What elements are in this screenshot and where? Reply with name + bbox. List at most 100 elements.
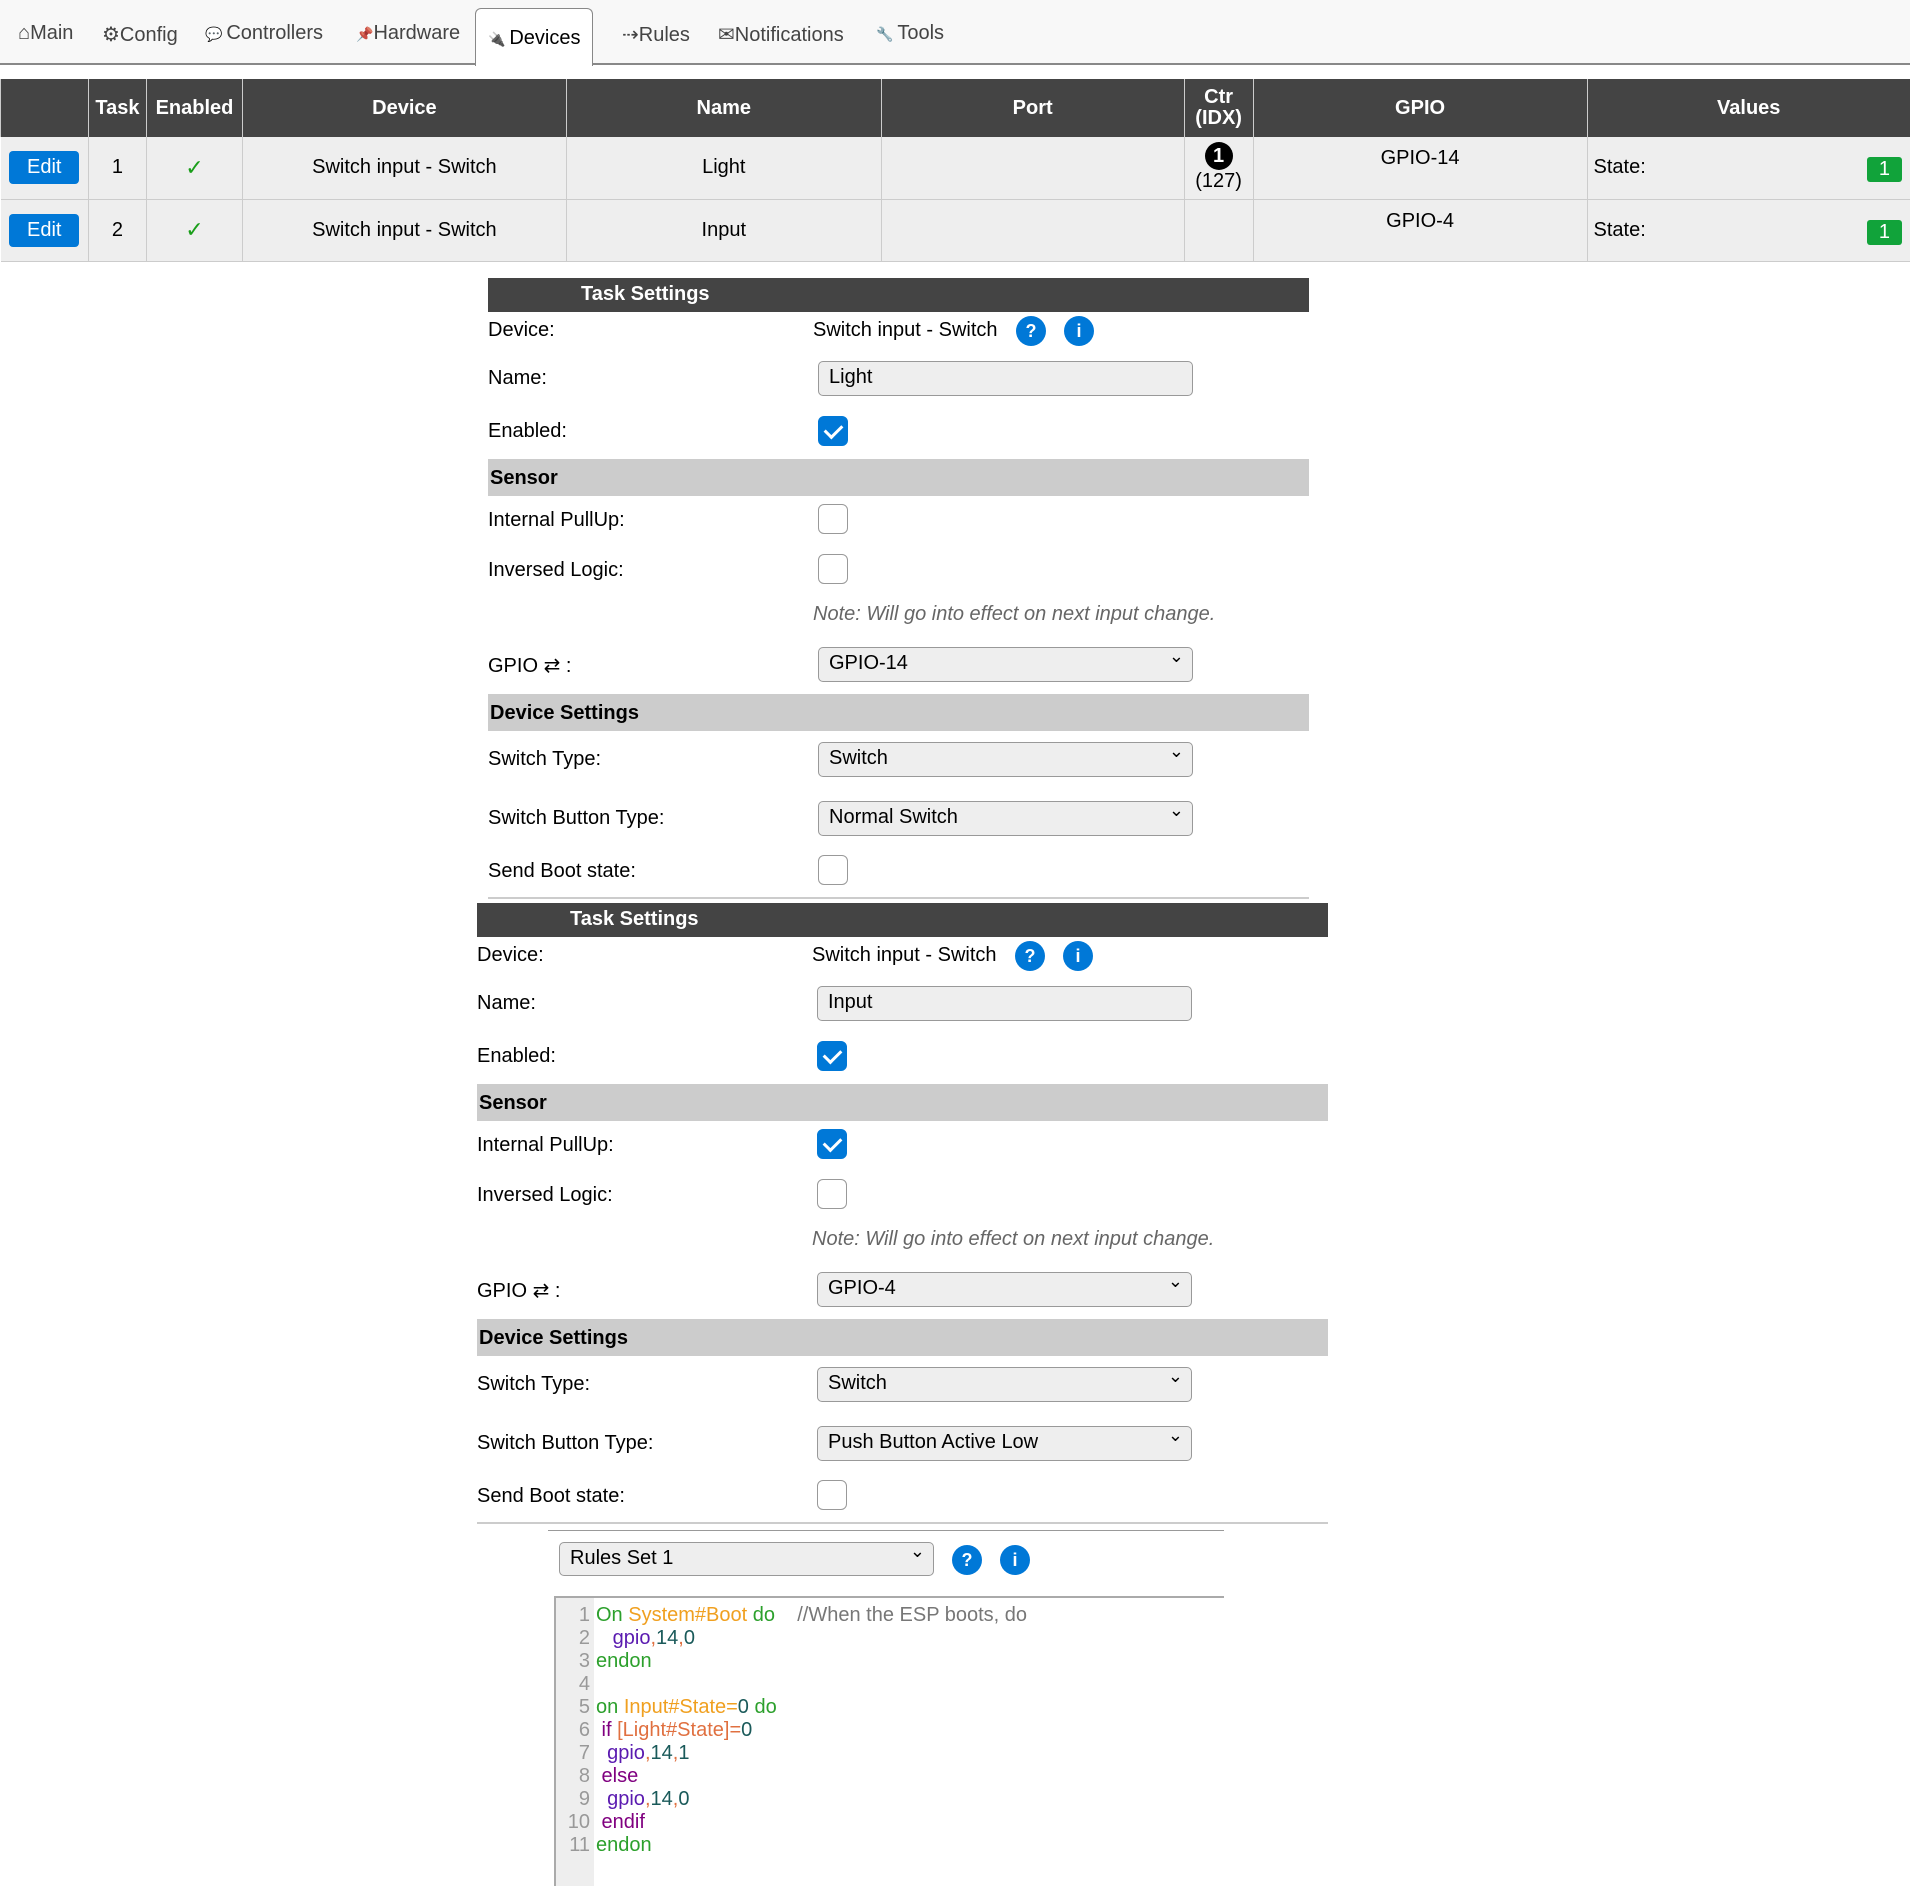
code-token: 14	[651, 1742, 673, 1764]
help-icon[interactable]: ?	[1016, 316, 1046, 346]
ctr-cell	[1184, 199, 1253, 261]
gpio-cell: GPIO-4	[1253, 199, 1587, 261]
send-boot-state-checkbox[interactable]	[818, 855, 848, 885]
field-label: Switch Type:	[488, 748, 601, 771]
code-line: 3endon	[556, 1650, 652, 1673]
code-token: gpio	[596, 1788, 645, 1810]
section-header: Task Settings	[477, 903, 1328, 937]
code-token: 14	[656, 1627, 678, 1649]
code-token: do	[749, 1696, 777, 1718]
column-header: Values	[1587, 79, 1910, 137]
divider	[548, 1530, 1224, 1531]
table-row: Edit 1 ✓ Switch input - SwitchLight 1(127)GP…	[1, 137, 1910, 199]
tab-tools[interactable]: 🔧 Tools	[876, 22, 944, 45]
gpio-cell: GPIO-14	[1253, 137, 1587, 199]
code-token: 0	[684, 1627, 695, 1649]
port-cell	[881, 199, 1184, 261]
line-number: 4	[556, 1673, 590, 1696]
internal-pullup-checkbox[interactable]	[818, 504, 848, 534]
switch-type-select[interactable]: Switch	[818, 742, 1193, 777]
info-icon[interactable]: i	[1000, 1545, 1030, 1575]
line-number: 9	[556, 1788, 590, 1811]
device-cell: Switch input - Switch	[242, 137, 566, 199]
help-icon[interactable]: ?	[952, 1545, 982, 1575]
value-label: State:	[1594, 156, 1646, 178]
name-cell: Light	[566, 137, 881, 199]
code-token: 0	[741, 1719, 752, 1741]
rules-set-select[interactable]: Rules Set 1	[559, 1542, 934, 1576]
line-number: 7	[556, 1742, 590, 1765]
field-label: Name:	[477, 992, 536, 1015]
tab-label: Devices	[509, 27, 580, 49]
tab-controllers[interactable]: 💬 Controllers	[205, 22, 323, 45]
pin-icon: 📌	[356, 26, 373, 42]
tab-hardware[interactable]: 📌Hardware	[356, 22, 460, 45]
value-label: State:	[1594, 219, 1646, 241]
name-input[interactable]: Light	[818, 361, 1193, 396]
code-token: if	[596, 1719, 617, 1741]
section-header: Task Settings	[488, 278, 1309, 312]
code-line: 1On System#Boot do //When the ESP boots,…	[556, 1604, 1027, 1627]
code-line: 9 gpio,14,0	[556, 1788, 689, 1811]
inversed-logic-checkbox[interactable]	[817, 1179, 847, 1209]
check-icon: ✓	[185, 217, 203, 242]
rules-editor[interactable]: 1On System#Boot do //When the ESP boots,…	[554, 1596, 1224, 1886]
enabled-checkbox[interactable]	[818, 416, 848, 446]
code-line: 11 endon	[556, 1834, 652, 1857]
code-line: 8 else	[556, 1765, 638, 1788]
tab-label: Hardware	[373, 22, 460, 44]
column-header: Name	[566, 79, 881, 137]
gpio-select[interactable]: GPIO-4	[817, 1272, 1192, 1307]
help-icon[interactable]: ?	[1015, 941, 1045, 971]
name-input[interactable]: Input	[817, 986, 1192, 1021]
edit-button[interactable]: Edit	[9, 214, 79, 247]
code-token: [Light#State]	[617, 1719, 729, 1741]
field-label: Internal PullUp:	[488, 509, 625, 532]
line-number: 11	[556, 1834, 590, 1857]
value-badge: 1	[1867, 220, 1902, 245]
edit-button[interactable]: Edit	[9, 151, 79, 184]
enabled-cell: ✓	[146, 199, 242, 261]
switch-type-select[interactable]: Switch	[817, 1367, 1192, 1402]
tab-notifications[interactable]: ✉Notifications	[718, 22, 844, 47]
gpio-select[interactable]: GPIO-14	[818, 647, 1193, 682]
line-number: 10	[556, 1811, 590, 1834]
code-token: System#Boot	[628, 1604, 747, 1626]
enabled-checkbox[interactable]	[817, 1041, 847, 1071]
devices-table: TaskEnabledDeviceNamePortCtr (IDX)GPIOVa…	[0, 79, 1910, 262]
tab-config[interactable]: ⚙Config	[102, 22, 178, 47]
nav-bar: ⌂Main ⚙Config 💬 Controllers 📌Hardware 🔌 Devi…	[0, 0, 1910, 65]
line-number: 1	[556, 1604, 590, 1627]
inversed-logic-checkbox[interactable]	[818, 554, 848, 584]
check-icon: ✓	[185, 155, 203, 180]
values-cell: State: 1	[1587, 199, 1910, 261]
table-row: Edit2✓Switch input - SwitchInputGPIO-4St…	[1, 199, 1910, 261]
code-token: On	[596, 1604, 628, 1626]
tab-label: ⇢Rules	[622, 24, 690, 46]
code-token: endon	[596, 1834, 652, 1856]
switch-button-type-select[interactable]: Push Button Active Low	[817, 1426, 1192, 1461]
send-boot-state-checkbox[interactable]	[817, 1480, 847, 1510]
device-value: Switch input - Switch	[813, 319, 998, 342]
info-icon[interactable]: i	[1063, 941, 1093, 971]
tab-devices[interactable]: 🔌 Devices	[475, 8, 593, 66]
info-icon[interactable]: i	[1064, 316, 1094, 346]
tab-label: Controllers	[226, 22, 323, 44]
internal-pullup-checkbox[interactable]	[817, 1129, 847, 1159]
task-cell: 1	[88, 137, 146, 199]
code-token: Input#State=	[624, 1696, 738, 1718]
line-number: 2	[556, 1627, 590, 1650]
device-value: Switch input - Switch	[812, 944, 997, 967]
code-token: endif	[596, 1811, 645, 1833]
column-header: Port	[881, 79, 1184, 137]
ctr-cell: 1(127)	[1184, 137, 1253, 199]
switch-button-type-select[interactable]: Normal Switch	[818, 801, 1193, 836]
code-line: 10 endif	[556, 1811, 645, 1834]
code-token: on	[596, 1696, 624, 1718]
tab-main[interactable]: ⌂Main	[18, 22, 73, 45]
field-label: Send Boot state:	[477, 1485, 625, 1508]
tab-rules[interactable]: ⇢Rules	[622, 22, 690, 47]
code-line: 5on Input#State=0 do	[556, 1696, 777, 1719]
enabled-cell: ✓	[146, 137, 242, 199]
code-line: 4	[556, 1673, 596, 1696]
